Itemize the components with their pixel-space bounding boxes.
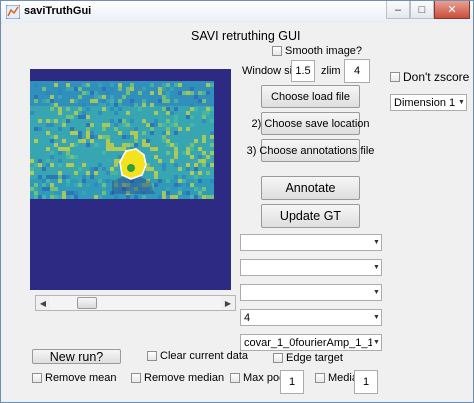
dont-zscore-label: Don't zscore: [403, 70, 470, 84]
chevron-down-icon: ▼: [373, 314, 380, 321]
dropdown-2[interactable]: ▼: [240, 259, 382, 276]
choose-save-location-button[interactable]: 2) Choose save location: [252, 112, 370, 135]
heatmap-image[interactable]: [30, 69, 231, 290]
remove-mean-label: Remove mean: [45, 372, 117, 384]
dropdown-4[interactable]: 4 ▼: [240, 309, 382, 326]
chevron-down-icon: ▼: [373, 264, 380, 271]
chevron-down-icon: ▼: [373, 239, 380, 246]
dont-zscore-checkbox-box[interactable]: [390, 72, 400, 82]
chevron-down-icon: ▼: [373, 289, 380, 296]
chevron-down-icon: ▼: [373, 339, 380, 346]
smooth-checkbox[interactable]: Smooth image?: [272, 45, 362, 57]
edge-target-checkbox-box[interactable]: [273, 353, 283, 363]
chevron-right-icon[interactable]: ▶: [221, 296, 235, 310]
edge-target-label: Edge target: [286, 352, 343, 364]
remove-mean-checkbox-box[interactable]: [32, 373, 42, 383]
app-icon: [6, 5, 20, 19]
dont-zscore-checkbox[interactable]: Don't zscore: [390, 70, 469, 84]
dropdown-4-value: 4: [244, 311, 251, 324]
dimension-dropdown[interactable]: Dimension 1 ▼: [390, 94, 467, 111]
clear-current-data-label: Clear current data: [160, 350, 249, 362]
update-gt-button[interactable]: Update GT: [261, 204, 360, 228]
choose-annotations-file-button[interactable]: 3) Choose annotations file: [247, 139, 374, 162]
remove-median-checkbox-box[interactable]: [131, 373, 141, 383]
annotate-button[interactable]: Annotate: [261, 176, 360, 200]
dropdown-5-value: covar_1_0fourierAmp_1_1...: [244, 336, 372, 349]
remove-median-label: Remove median: [144, 372, 225, 384]
clear-current-data-checkbox[interactable]: Clear current data: [147, 350, 248, 362]
window-size-input[interactable]: 1.5: [291, 60, 315, 82]
smooth-checkbox-box[interactable]: [272, 46, 282, 56]
edge-target-checkbox[interactable]: Edge target: [273, 352, 343, 364]
target-marker: [127, 164, 135, 172]
median-checkbox-box[interactable]: [315, 373, 325, 383]
max-pool-input[interactable]: 1: [280, 370, 304, 394]
clear-current-data-checkbox-box[interactable]: [147, 351, 157, 361]
close-button[interactable]: ✕: [434, 1, 470, 19]
dimension-dropdown-value: Dimension 1: [394, 96, 456, 109]
smooth-label: Smooth image?: [285, 45, 363, 57]
figure-panel: SAVI retruthing GUI Smooth image? Window…: [2, 23, 473, 401]
new-run-button[interactable]: New run?: [32, 349, 121, 364]
choose-load-file-button[interactable]: Choose load file: [261, 85, 360, 108]
horizontal-slider[interactable]: ◀ ▶: [35, 295, 236, 311]
max-pool-checkbox-box[interactable]: [230, 373, 240, 383]
median-input[interactable]: 1: [354, 370, 378, 394]
remove-mean-checkbox[interactable]: Remove mean: [32, 372, 117, 384]
dropdown-1[interactable]: ▼: [240, 234, 382, 251]
maximize-button[interactable]: □: [410, 1, 434, 19]
slider-thumb[interactable]: [77, 297, 97, 309]
window-title: saviTruthGui: [24, 5, 92, 17]
max-pool-checkbox[interactable]: Max pool: [230, 372, 288, 384]
zlim-label: zlim: [321, 65, 341, 77]
dropdown-5[interactable]: covar_1_0fourierAmp_1_1... ▼: [240, 334, 382, 351]
chevron-left-icon[interactable]: ◀: [36, 296, 50, 310]
page-title: SAVI retruthing GUI: [191, 29, 301, 43]
chevron-down-icon: ▼: [458, 99, 465, 106]
title-bar: saviTruthGui – □ ✕: [1, 1, 473, 24]
zlim-input[interactable]: 4: [344, 59, 370, 83]
dropdown-3[interactable]: ▼: [240, 284, 382, 301]
remove-median-checkbox[interactable]: Remove median: [131, 372, 224, 384]
minimize-button[interactable]: –: [386, 1, 410, 19]
annotation-region: [119, 148, 147, 180]
app-window: saviTruthGui – □ ✕ SAVI retruthing GUI S…: [0, 0, 474, 403]
